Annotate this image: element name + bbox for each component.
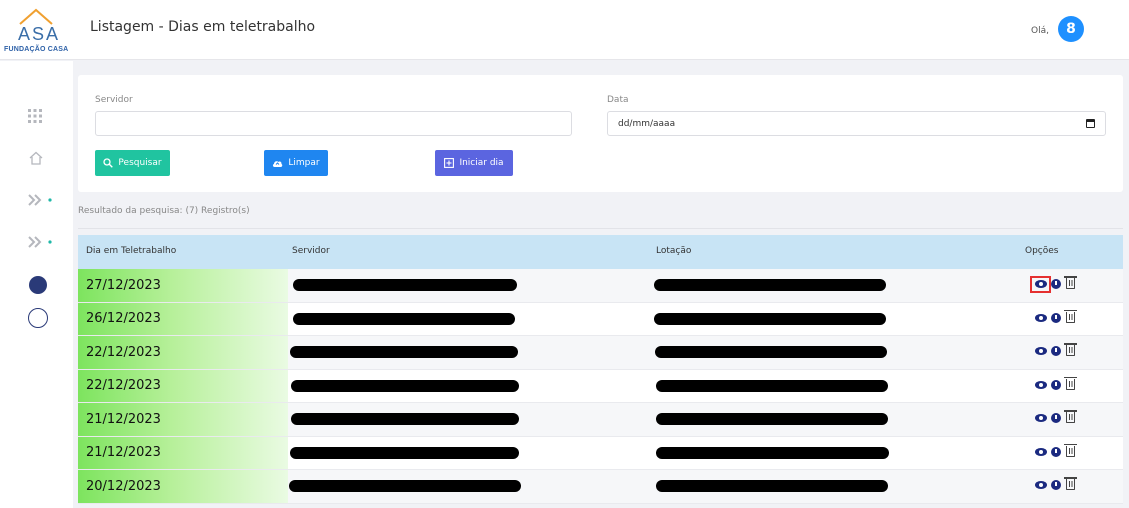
page-title: Listagem - Dias em teletrabalho: [90, 19, 316, 35]
eye-icon[interactable]: [1035, 414, 1047, 422]
trash-icon[interactable]: [1064, 343, 1077, 356]
header-day: Dia em Teletrabalho: [86, 246, 177, 256]
table-row: 22/12/2023: [78, 336, 1123, 370]
table-row: 26/12/2023: [78, 302, 1123, 336]
day-cell: 21/12/2023: [78, 436, 288, 469]
table-row: 22/12/2023: [78, 369, 1123, 403]
day-cell: 27/12/2023: [78, 269, 288, 302]
redacted-servidor: [291, 413, 519, 425]
trash-icon[interactable]: [1064, 410, 1077, 423]
trash-icon[interactable]: [1064, 376, 1077, 390]
table-body: 27/12/2023 26/12/2023 22/12/2023 22/12/2…: [78, 269, 1123, 504]
date-input[interactable]: dd/mm/aaaa: [607, 111, 1106, 136]
eye-icon[interactable]: [1035, 380, 1047, 389]
search-button[interactable]: Pesquisar: [95, 150, 170, 176]
greeting-text: Olá,: [1031, 26, 1049, 36]
clock-icon[interactable]: [1051, 279, 1061, 289]
clock-icon[interactable]: [1051, 312, 1061, 323]
redacted-servidor: [290, 346, 518, 358]
search-icon: [103, 158, 114, 168]
redacted-lotacao: [656, 379, 888, 392]
row-options: [1030, 276, 1080, 294]
calendar-icon[interactable]: [1086, 119, 1095, 128]
header-lotacao: Lotação: [656, 246, 692, 256]
empty-circle-icon[interactable]: [28, 308, 48, 328]
trash-icon[interactable]: [1064, 309, 1077, 323]
eye-icon[interactable]: [1035, 280, 1047, 288]
redacted-servidor: [289, 480, 521, 492]
redacted-servidor: [293, 312, 515, 325]
redacted-lotacao: [654, 279, 886, 291]
clock-icon[interactable]: [1051, 346, 1061, 356]
table-row: 27/12/2023: [78, 269, 1123, 303]
home-icon[interactable]: [29, 151, 43, 165]
table-header: Dia em Teletrabalho Servidor Lotação Opç…: [78, 235, 1123, 269]
eye-icon[interactable]: [1035, 347, 1047, 355]
clear-button[interactable]: Limpar: [264, 150, 328, 176]
row-options: [1030, 410, 1080, 428]
redacted-lotacao: [654, 312, 886, 325]
double-chevron-icon[interactable]: [28, 235, 54, 249]
row-options: [1030, 309, 1080, 328]
user-avatar[interactable]: 8: [1058, 16, 1084, 42]
redacted-servidor: [293, 279, 517, 291]
table-row: 21/12/2023: [78, 436, 1123, 470]
search-button-label: Pesquisar: [118, 158, 162, 168]
header-options: Opções: [1025, 246, 1059, 256]
logo-word: ASA: [18, 24, 61, 44]
clock-icon[interactable]: [1051, 413, 1061, 423]
row-options: [1030, 343, 1080, 361]
sidebar: [0, 61, 73, 508]
day-cell: 22/12/2023: [78, 369, 288, 402]
servidor-label: Servidor: [95, 95, 133, 105]
trash-icon[interactable]: [1064, 477, 1077, 490]
result-count-text: Resultado da pesquisa: (7) Registro(s): [78, 206, 250, 216]
clock-icon[interactable]: [1051, 480, 1061, 490]
row-options: [1030, 443, 1080, 462]
filled-circle-icon[interactable]: [29, 276, 47, 294]
plus-square-icon: [444, 158, 455, 168]
day-cell: 20/12/2023: [78, 470, 288, 503]
table-row: 21/12/2023: [78, 403, 1123, 437]
redacted-servidor: [290, 446, 519, 459]
header-servidor: Servidor: [292, 246, 330, 256]
eye-icon[interactable]: [1035, 481, 1047, 489]
redacted-lotacao: [656, 446, 889, 459]
start-day-button[interactable]: Iniciar dia: [435, 150, 513, 176]
table-row: 20/12/2023: [78, 470, 1123, 504]
grid-icon[interactable]: [28, 109, 42, 123]
row-options: [1030, 376, 1080, 395]
filter-card: Servidor Data dd/mm/aaaa Pesquisar Limpa…: [78, 75, 1123, 192]
redacted-servidor: [291, 379, 519, 392]
redacted-lotacao: [655, 346, 887, 358]
trash-icon[interactable]: [1064, 443, 1077, 457]
trash-icon[interactable]: [1064, 276, 1077, 289]
start-day-button-label: Iniciar dia: [459, 158, 504, 168]
eye-icon[interactable]: [1035, 447, 1047, 456]
clear-button-label: Limpar: [288, 158, 320, 168]
day-cell: 26/12/2023: [78, 302, 288, 335]
data-label: Data: [607, 95, 629, 105]
user-icon: 8: [1066, 21, 1076, 37]
results-table: Dia em Teletrabalho Servidor Lotação Opç…: [78, 235, 1123, 504]
redacted-lotacao: [656, 413, 888, 425]
top-header: ASA FUNDAÇÃO CASA Listagem - Dias em tel…: [0, 0, 1129, 60]
eye-icon[interactable]: [1035, 313, 1047, 322]
day-cell: 22/12/2023: [78, 336, 288, 369]
clock-icon[interactable]: [1051, 379, 1061, 390]
redacted-lotacao: [656, 480, 888, 492]
fundacao-casa-logo[interactable]: ASA FUNDAÇÃO CASA: [4, 8, 68, 58]
servidor-input[interactable]: [95, 111, 572, 136]
cloud-upload-icon: [273, 161, 283, 167]
divider: [78, 228, 1123, 229]
logo-caption: FUNDAÇÃO CASA: [4, 46, 69, 53]
double-chevron-icon[interactable]: [28, 193, 54, 207]
clock-icon[interactable]: [1051, 446, 1061, 457]
day-cell: 21/12/2023: [78, 403, 288, 436]
date-placeholder: dd/mm/aaaa: [618, 118, 676, 129]
row-options: [1030, 477, 1080, 495]
